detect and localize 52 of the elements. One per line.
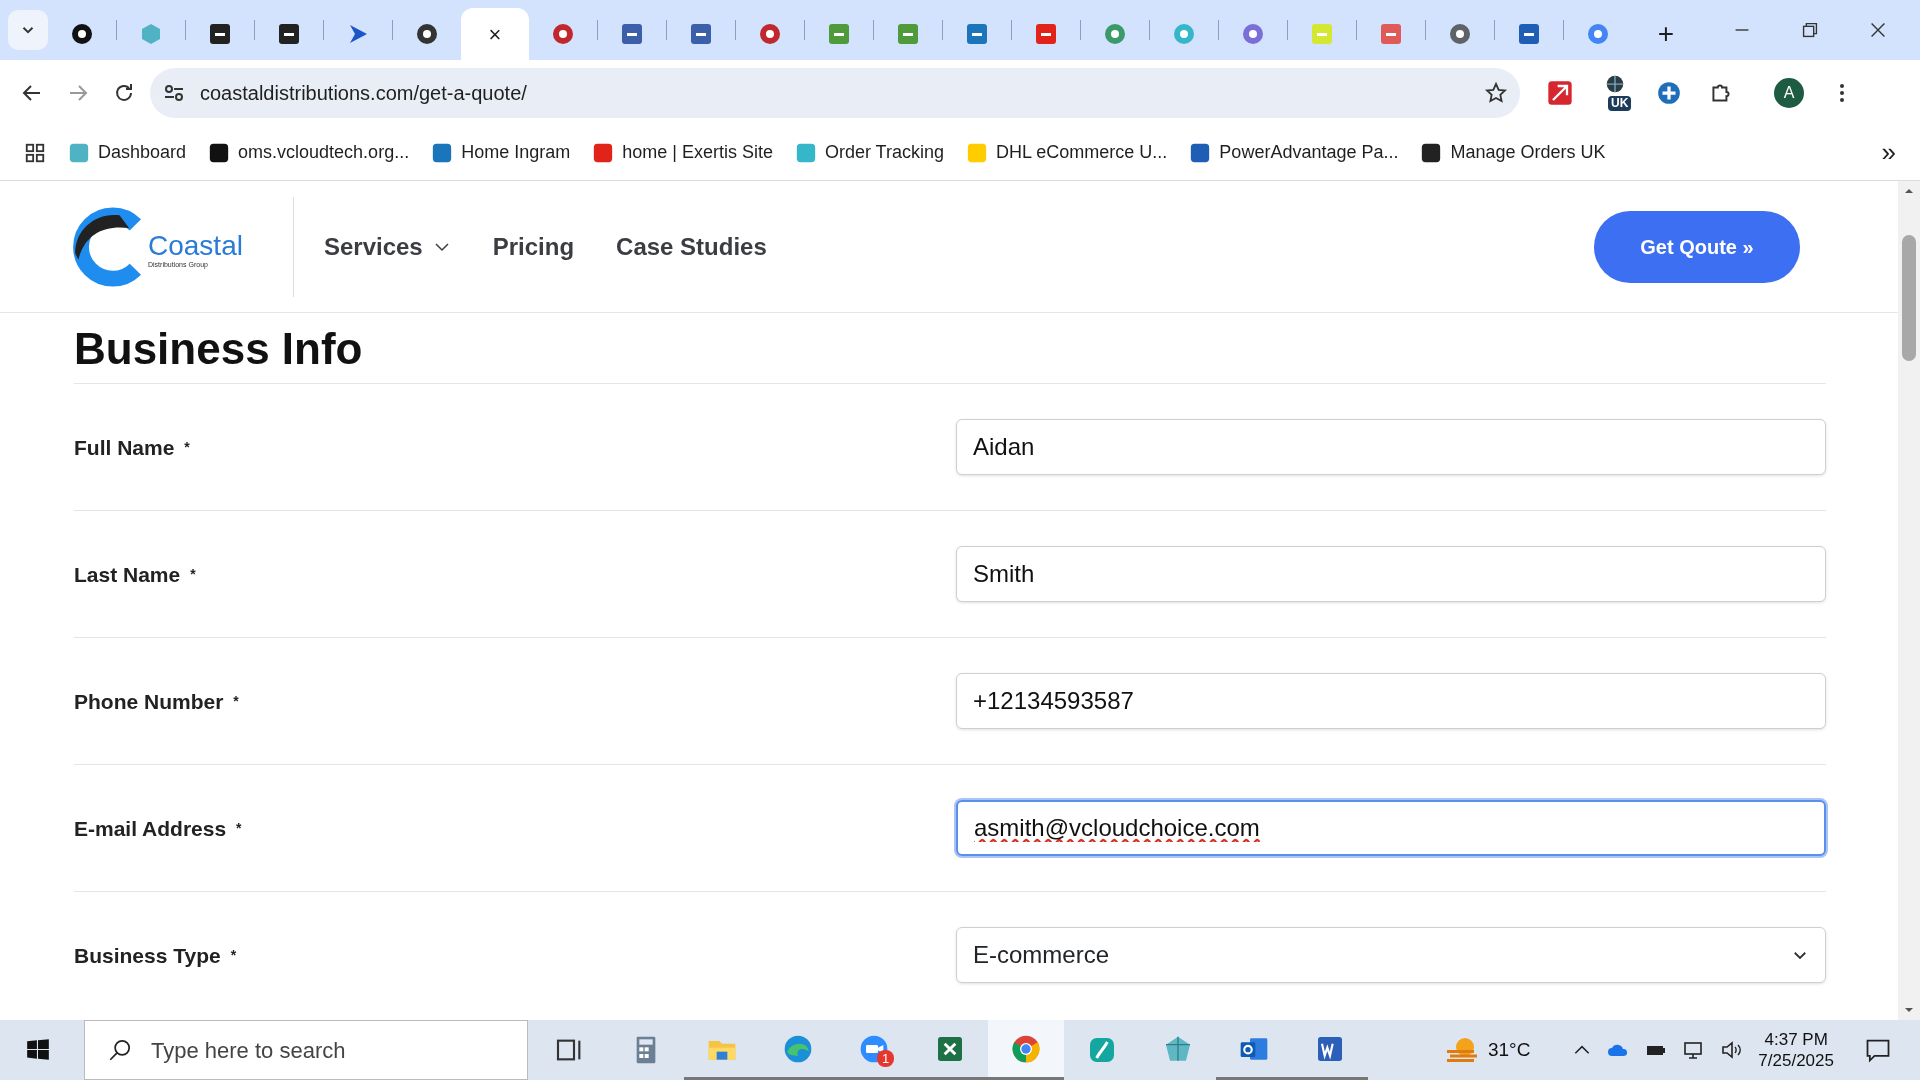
- temperature-text: 31°C: [1487, 1037, 1531, 1062]
- profile-avatar[interactable]: A: [1774, 77, 1804, 108]
- input-field[interactable]: Aidan: [956, 419, 1826, 476]
- field-label: E-mail Address: [74, 815, 227, 842]
- url-text: coastaldistributions.com/get-a-quote/: [200, 80, 528, 106]
- get-quote-button[interactable]: Get Qoute »: [1594, 210, 1800, 283]
- taskbar-search-field[interactable]: Type here to search: [84, 1020, 528, 1080]
- required-marker: *: [233, 691, 239, 711]
- more-bookmarks-button[interactable]: »: [1881, 133, 1896, 172]
- nav-link[interactable]: Services: [323, 228, 451, 265]
- pdf-icon[interactable]: [1546, 78, 1574, 107]
- new-tab-button[interactable]: +: [1632, 8, 1700, 60]
- required-marker: *: [184, 437, 190, 457]
- bookmark[interactable]: PowerAdvantage Pa...: [1189, 139, 1399, 166]
- section-heading: Business Info: [74, 325, 364, 374]
- input-field[interactable]: asmith@vcloudchoice.com: [956, 800, 1826, 857]
- address-bar[interactable]: coastaldistributions.com/get-a-quote/: [150, 67, 1520, 118]
- bookmark[interactable]: Home Ingram: [431, 139, 571, 166]
- extension-icon[interactable]: [1656, 79, 1682, 106]
- extension-badge: UK: [1608, 95, 1632, 111]
- field-label: Phone Number: [74, 688, 224, 715]
- notification-badge: 1: [877, 1050, 894, 1067]
- browser-tab[interactable]: ×: [461, 8, 529, 60]
- bookmark[interactable]: Dashboard: [68, 139, 187, 166]
- field-label: Last Name: [74, 561, 181, 588]
- input-field[interactable]: Smith: [956, 546, 1826, 603]
- apps-grid-icon[interactable]: [24, 141, 46, 164]
- bookmark[interactable]: home | Exertis Site: [592, 139, 773, 166]
- field-label: Full Name: [74, 434, 175, 461]
- clock-time: 4:37 PM: [1764, 1028, 1828, 1050]
- nav-link[interactable]: Pricing: [492, 228, 575, 265]
- bookmark[interactable]: Manage Orders UK: [1420, 139, 1606, 166]
- logo-text: Coastal: [148, 232, 243, 261]
- bookmark[interactable]: DHL eCommerce U...: [966, 139, 1168, 166]
- required-marker: *: [236, 818, 242, 838]
- bookmark[interactable]: oms.vcloudtech.org...: [208, 139, 410, 166]
- select-field[interactable]: E-commerce: [956, 927, 1826, 984]
- required-marker: *: [190, 564, 196, 584]
- select-value: E-commerce: [973, 940, 1110, 971]
- windows-icon: [25, 1037, 51, 1063]
- nav-link[interactable]: Case Studies: [616, 228, 767, 265]
- field-label: Business Type: [74, 942, 221, 969]
- star-icon[interactable]: [1484, 80, 1508, 105]
- search-icon: [107, 1037, 133, 1063]
- search-placeholder: Type here to search: [151, 1036, 346, 1065]
- clock-date: 7/25/2025: [1758, 1050, 1834, 1072]
- scrollbar[interactable]: [1898, 181, 1920, 1020]
- taskbar-app[interactable]: 1: [836, 1020, 912, 1080]
- scrollbar-thumb[interactable]: [1902, 235, 1916, 361]
- bookmark[interactable]: Order Tracking: [794, 139, 944, 166]
- input-field[interactable]: +12134593587: [956, 673, 1826, 730]
- required-marker: *: [230, 945, 237, 965]
